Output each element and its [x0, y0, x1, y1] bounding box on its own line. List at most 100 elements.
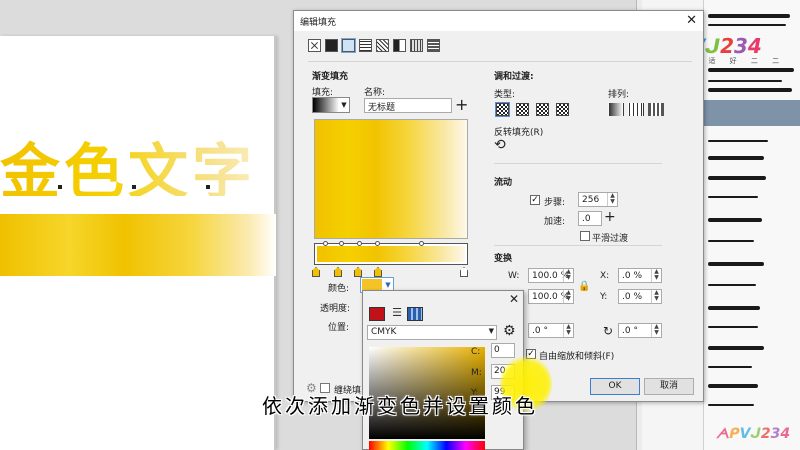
midpoint-node[interactable] — [357, 241, 362, 246]
brush-stroke[interactable] — [708, 176, 766, 180]
cyan-input[interactable]: 0 — [491, 343, 515, 358]
brush-stroke[interactable] — [708, 218, 762, 222]
conical-blend-button[interactable] — [536, 103, 549, 116]
gradient-stop-strip[interactable] — [314, 241, 468, 265]
section-gradient-fill: 渐变填充 — [312, 72, 349, 82]
color-stop[interactable] — [374, 267, 382, 277]
brush-stroke[interactable] — [708, 346, 764, 350]
brush-stroke[interactable] — [708, 366, 752, 368]
default-arrange-button[interactable] — [608, 103, 624, 116]
smooth-transition-checkbox[interactable] — [580, 231, 590, 241]
brush-stroke[interactable] — [708, 240, 754, 242]
brush-stroke[interactable] — [708, 284, 756, 286]
rotate-icon: ↻ — [603, 324, 614, 338]
acceleration-label: 加速: — [544, 217, 566, 227]
close-icon[interactable]: ✕ — [509, 292, 519, 306]
fill-name-input[interactable]: 无标题 — [364, 98, 452, 113]
brush-stroke[interactable] — [708, 14, 790, 18]
postscript-fill-icon[interactable] — [427, 39, 440, 52]
divider — [494, 245, 662, 246]
height-input[interactable]: 100.0 % ▲ ▼ — [528, 289, 574, 304]
node-handle[interactable] — [132, 185, 136, 189]
gradient-preview[interactable] — [314, 119, 468, 239]
gold-gradient-rectangle[interactable] — [0, 214, 276, 276]
color-stop[interactable] — [334, 267, 342, 277]
no-fill-icon[interactable] — [308, 39, 321, 52]
hue-slider[interactable] — [369, 441, 485, 450]
magenta-label: M: — [471, 368, 482, 378]
color-stop[interactable] — [312, 267, 320, 277]
rectangular-blend-button[interactable] — [556, 103, 569, 116]
spinner-arrows[interactable]: ▲ ▼ — [651, 269, 661, 282]
x-offset-input[interactable]: .0 % ▲ ▼ — [618, 268, 662, 283]
color-model-select[interactable]: CMYK ▼ — [367, 325, 497, 340]
brush-stroke[interactable] — [708, 24, 786, 26]
dialog-title: 编辑填充 — [300, 18, 337, 28]
rotation-value: .0 ° — [622, 325, 638, 336]
steps-checkbox[interactable]: ✓ — [530, 195, 540, 205]
brush-stroke[interactable] — [708, 196, 758, 198]
midpoint-node[interactable] — [323, 241, 328, 246]
spinner-arrows[interactable]: ▲ ▼ — [651, 324, 661, 337]
fountain-fill-icon[interactable] — [341, 38, 356, 53]
texture-fill-icon[interactable] — [410, 39, 423, 52]
brush-stroke[interactable] — [708, 326, 758, 328]
mirror-arrange-button[interactable] — [628, 103, 644, 116]
midpoint-node[interactable] — [339, 241, 344, 246]
linear-blend-button[interactable] — [495, 102, 510, 117]
position-label: 位置: — [328, 323, 350, 333]
reverse-icon[interactable]: ⟲ — [494, 137, 506, 153]
width-input[interactable]: 100.0 % ▲ ▼ — [528, 268, 574, 283]
two-color-pattern-fill-icon[interactable] — [393, 39, 406, 52]
color-sliders-tab[interactable]: ☰ — [389, 307, 405, 321]
midpoint-node[interactable] — [419, 241, 424, 246]
color-palettes-tab[interactable] — [407, 307, 423, 321]
brush-stroke[interactable] — [708, 156, 764, 160]
spinner-arrows[interactable]: ▲ ▼ — [563, 324, 573, 337]
dialog-titlebar[interactable]: 编辑填充 ✕ — [294, 11, 703, 31]
uniform-fill-icon[interactable] — [325, 39, 338, 52]
y-offset-input[interactable]: .0 % ▲ ▼ — [618, 289, 662, 304]
vector-pattern-fill-icon[interactable] — [359, 39, 372, 52]
gear-icon[interactable]: ⚙ — [503, 323, 516, 339]
spinner-arrows[interactable]: ▲ ▼ — [651, 290, 661, 303]
node-handle[interactable] — [58, 185, 62, 189]
brush-stroke[interactable] — [708, 88, 792, 92]
color-label: 颜色: — [328, 284, 350, 294]
color-stop[interactable] — [460, 267, 468, 277]
add-icon[interactable]: + — [455, 95, 468, 114]
brush-stroke[interactable] — [708, 306, 760, 310]
color-stop[interactable] — [354, 267, 362, 277]
x-offset-value: .0 % — [622, 270, 642, 281]
brush-stroke[interactable] — [708, 140, 768, 142]
docker-selected-header[interactable] — [704, 100, 800, 126]
add-icon[interactable]: + — [604, 209, 616, 225]
acceleration-input[interactable]: .0 — [578, 211, 602, 226]
bitmap-pattern-fill-icon[interactable] — [376, 39, 389, 52]
node-handle[interactable] — [206, 185, 210, 189]
color-picker-popup: ✕ ☰ CMYK ▼ ⚙ C: 0 M: 20 Y: 99 — [362, 290, 524, 450]
video-subtitle: 依次添加渐变色并设置颜色 — [262, 394, 538, 418]
brush-stroke[interactable] — [708, 384, 758, 388]
skew-input[interactable]: .0 ° ▲ ▼ — [528, 323, 574, 338]
midpoint-node[interactable] — [375, 241, 380, 246]
divider — [308, 61, 692, 62]
document-page[interactable]: 金色文字 — [0, 36, 276, 450]
y-label: Y: — [600, 292, 608, 302]
steps-input[interactable]: 256 ▲ ▼ — [578, 192, 618, 207]
section-transform: 变换 — [494, 254, 513, 264]
lock-icon[interactable]: 🔒 — [578, 281, 590, 292]
fill-picker-dropdown[interactable]: ▼ — [312, 97, 350, 113]
close-icon[interactable]: ✕ — [686, 13, 697, 28]
watermark-logo-small: ᗅᑭᐯᒍ234 — [716, 426, 791, 442]
brush-stroke[interactable] — [708, 262, 764, 266]
spinner-arrows[interactable]: ▲ ▼ — [563, 269, 573, 282]
gold-title-text[interactable]: 金色文字 — [0, 124, 300, 208]
elliptical-blend-button[interactable] — [516, 103, 529, 116]
spinner-arrows[interactable]: ▲ ▼ — [563, 290, 573, 303]
brush-stroke[interactable] — [708, 80, 782, 82]
spinner-arrows[interactable]: ▲ ▼ — [607, 193, 617, 206]
repeat-arrange-button[interactable] — [648, 103, 664, 116]
rotation-input[interactable]: .0 ° ▲ ▼ — [618, 323, 662, 338]
color-viewers-tab[interactable] — [369, 307, 385, 321]
